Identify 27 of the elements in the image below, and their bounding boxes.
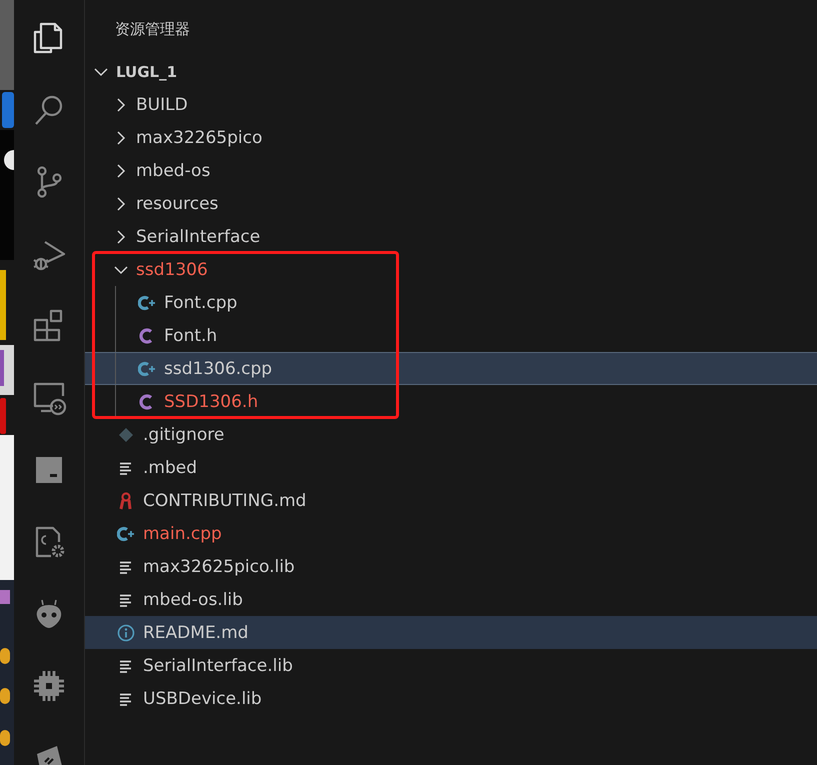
tree-item[interactable]: CONTRIBUTING.md: [85, 484, 817, 517]
tree-item[interactable]: SerialInterface.lib: [85, 649, 817, 682]
tree-item[interactable]: Font.cpp: [85, 286, 817, 319]
diamond-icon: [117, 426, 135, 444]
cpp-file-icon: [138, 360, 156, 378]
explorer-title: 资源管理器: [114, 19, 191, 40]
tree-item[interactable]: resources: [85, 187, 817, 220]
tree-item[interactable]: main.cpp: [85, 517, 817, 550]
tree-item[interactable]: ssd1306: [85, 253, 817, 286]
tree-item[interactable]: BUILD: [85, 88, 817, 121]
cpp-file-icon: [117, 524, 135, 542]
tree-item[interactable]: .mbed: [85, 451, 817, 484]
chip-icon[interactable]: [31, 668, 67, 704]
tree-item[interactable]: max32265pico: [85, 121, 817, 154]
cpp-file-icon: [138, 294, 156, 312]
tree-item[interactable]: mbed-os.lib: [85, 583, 817, 616]
tree-item[interactable]: SerialInterface: [85, 220, 817, 253]
tree-item[interactable]: USBDevice.lib: [85, 682, 817, 715]
tree-item[interactable]: LUGL_1: [85, 55, 817, 88]
info-icon: [117, 624, 135, 642]
tree-item[interactable]: mbed-os: [85, 154, 817, 187]
tree-item[interactable]: ssd1306.cpp: [85, 352, 817, 385]
tree-item[interactable]: max32625pico.lib: [85, 550, 817, 583]
remote-icon[interactable]: [31, 380, 67, 416]
tree-item[interactable]: SSD1306.h: [85, 385, 817, 418]
tree-item[interactable]: README.md: [85, 616, 817, 649]
tree-item[interactable]: .gitignore: [85, 418, 817, 451]
